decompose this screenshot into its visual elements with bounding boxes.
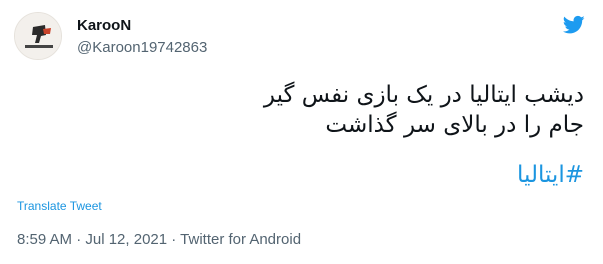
tweet-line-2: جام را در بالای سر گذاشت (325, 112, 584, 138)
tweet-text: دیشب ایتالیا در یک بازی نفس گیر جام را د… (124, 80, 584, 140)
translate-tweet-link[interactable]: Translate Tweet (17, 199, 102, 213)
author-display-name[interactable]: KarooN (77, 17, 131, 34)
tweet-card: KarooN @Karoon19742863 دیشب ایتالیا در ی… (0, 0, 603, 264)
avatar[interactable] (14, 12, 62, 60)
profile-avatar-icon (15, 13, 61, 59)
tweet-line-1: دیشب ایتالیا در یک بازی نفس گیر (263, 82, 584, 108)
author-handle[interactable]: @Karoon19742863 (77, 39, 207, 56)
tweet-timestamp[interactable]: 8:59 AM · Jul 12, 2021 · Twitter for And… (17, 231, 301, 248)
twitter-bird-icon[interactable] (562, 15, 585, 35)
hashtag-link[interactable]: #ایتالیا (517, 160, 584, 190)
